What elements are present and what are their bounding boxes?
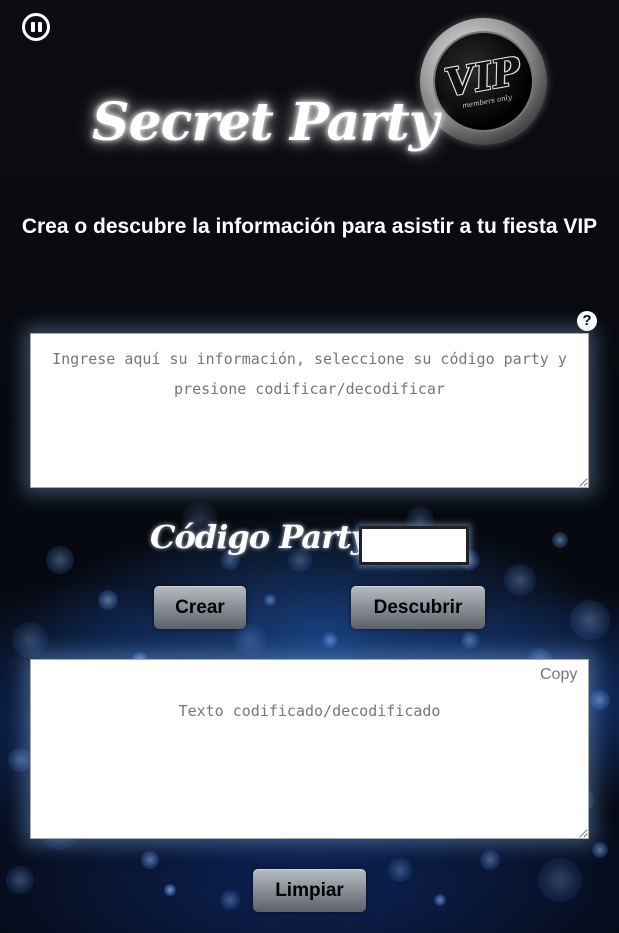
limpiar-button[interactable]: Limpiar [253,869,366,912]
copy-button[interactable]: Copy [540,666,577,684]
page-subtitle: Crea o descubre la información para asis… [21,215,598,238]
output-textarea[interactable] [30,659,589,839]
help-icon[interactable]: ? [577,311,597,331]
crear-button[interactable]: Crear [154,586,246,629]
pause-icon[interactable] [22,13,50,41]
code-party-input[interactable] [359,526,469,565]
message-input[interactable] [30,333,589,488]
page-title: Secret Party [92,92,439,153]
descubrir-button[interactable]: Descubrir [351,586,485,629]
code-party-label: Código Party : [150,518,390,556]
